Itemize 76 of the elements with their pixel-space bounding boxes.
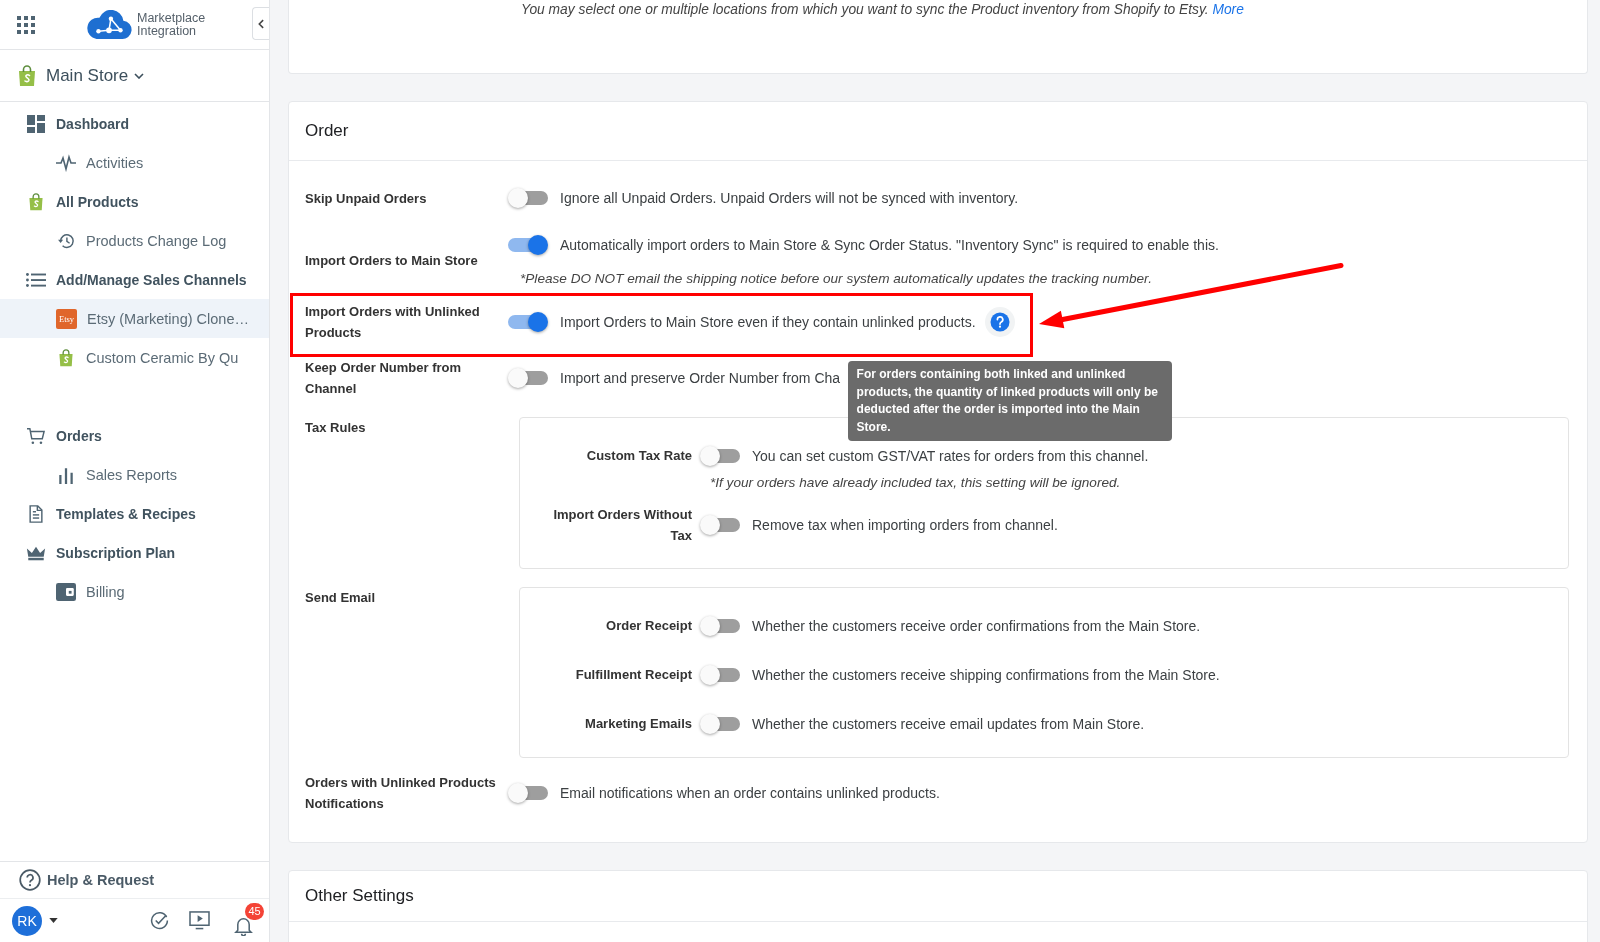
brand-name: Marketplace Integration [137, 12, 207, 37]
help-link[interactable]: Help & Request [0, 861, 269, 898]
more-link[interactable]: More [1212, 2, 1244, 17]
check-circle-icon[interactable] [150, 911, 169, 930]
caret-down-icon[interactable] [49, 918, 58, 923]
nav-item[interactable]: Etsy Etsy (Marketing) Clone… [0, 299, 269, 338]
help-icon[interactable] [984, 307, 1015, 337]
toggle-switch[interactable] [508, 367, 548, 389]
setting-description: You can set custom GST/VAT rates for orders from this channel. [752, 446, 1149, 465]
setting-description: Whether the customers receive email updates from Main Store. [752, 714, 1145, 733]
nav-item[interactable]: Custom Ceramic By Qu [0, 338, 269, 377]
cart-icon [26, 426, 46, 445]
wallet-icon [56, 582, 76, 601]
bar-chart-icon [56, 465, 76, 484]
tooltip: For orders containing both linked and unlinked products, the quantity of linked products will only be deducted after the order is imported into the Main Store. [847, 361, 1172, 441]
setting-description: Import and preserve Order Number from Cha [560, 369, 841, 387]
setting-note: *Please DO NOT email the shipping notice before our system automatically updates the tracking number. [520, 270, 1153, 287]
setting-label: Order Receipt [605, 617, 692, 635]
toggle-switch[interactable] [508, 782, 548, 804]
setting-description: Email notifications when an order contains unlinked products. [560, 784, 940, 802]
setting-label: Send Email [305, 589, 377, 607]
cloud-network-icon [86, 10, 132, 39]
setting-label: Tax Rules [305, 419, 367, 437]
setting-label: Keep Order Number from Channel [305, 359, 463, 398]
toggle-switch[interactable] [700, 513, 740, 536]
toggle-switch[interactable] [700, 444, 740, 467]
chevron-left-icon [258, 18, 264, 29]
history-icon [56, 231, 76, 250]
list-icon [26, 270, 46, 289]
toggle-switch[interactable] [508, 234, 548, 256]
setting-label: Marketing Emails [584, 715, 692, 733]
shopping-bag-icon [17, 64, 37, 87]
setting-description: Whether the customers receive order confirmations from the Main Store. [752, 616, 1201, 635]
setting-note: *If your orders have already included tax, this setting will be ignored. [710, 473, 1122, 491]
chevron-down-icon [134, 72, 145, 79]
nav-item[interactable]: Billing [0, 572, 269, 611]
setting-description: Whether the customers receive shipping confirmations from the Main Store. [752, 665, 1220, 684]
notifications-button[interactable]: 45 [234, 902, 264, 939]
setting-label: Import Orders Without Tax [552, 505, 692, 545]
nav-item[interactable]: Templates & Recipes [0, 494, 269, 533]
nav-item[interactable]: All Products [0, 182, 269, 221]
nav-item[interactable]: Add/Manage Sales Channels [0, 260, 269, 299]
setting-label: Orders with Unlinked Products Notifications [305, 774, 497, 813]
setting-label: Import Orders to Main Store [305, 252, 479, 270]
setting-description: Import Orders to Main Store even if they contain unlinked products. [560, 313, 976, 331]
document-icon [26, 504, 46, 523]
dashboard-tiles-icon [26, 114, 46, 133]
toggle-switch[interactable] [508, 311, 548, 333]
nav-item[interactable]: Activities [0, 143, 269, 182]
setting-label: Skip Unpaid Orders [305, 189, 428, 208]
nav-item[interactable]: Sales Reports [0, 455, 269, 494]
collapse-button[interactable] [252, 7, 269, 40]
nav-item[interactable]: Orders [0, 416, 269, 455]
setting-description: Automatically import orders to Main Store & Sync Order Status. "Inventory Sync" is required to enable this. [560, 236, 1219, 254]
toggle-switch[interactable] [700, 614, 740, 637]
play-screen-icon[interactable] [189, 911, 210, 930]
pulse-icon [56, 153, 76, 172]
toggle-switch[interactable] [508, 187, 548, 209]
section-title: Order [289, 102, 1587, 161]
setting-description: Remove tax when importing orders from channel. [752, 515, 1058, 534]
notification-badge: 45 [245, 902, 264, 920]
toggle-switch[interactable] [700, 712, 740, 735]
nav-item[interactable]: Subscription Plan [0, 533, 269, 572]
setting-label: Fulfillment Receipt [574, 666, 692, 684]
section-title: Other Settings [289, 871, 1587, 922]
help-icon [19, 869, 41, 891]
setting-description: Ignore all Unpaid Orders. Unpaid Orders will not be synced with inventory. [560, 189, 1019, 207]
setting-label: Import Orders with Unlinked Products [305, 303, 481, 342]
toggle-switch[interactable] [700, 663, 740, 686]
channel-logo: Etsy [56, 308, 77, 329]
user-avatar[interactable]: RK [12, 905, 42, 936]
location-hint: You may select one or multiple locations from which you want to sync the Product inventory from Shopify to Etsy. More [521, 2, 1245, 18]
nav-item[interactable]: Products Change Log [0, 221, 269, 260]
apps-grid-icon[interactable] [17, 15, 35, 34]
nav-item[interactable]: Dashboard [0, 104, 269, 143]
setting-label: Custom Tax Rate [585, 447, 692, 465]
